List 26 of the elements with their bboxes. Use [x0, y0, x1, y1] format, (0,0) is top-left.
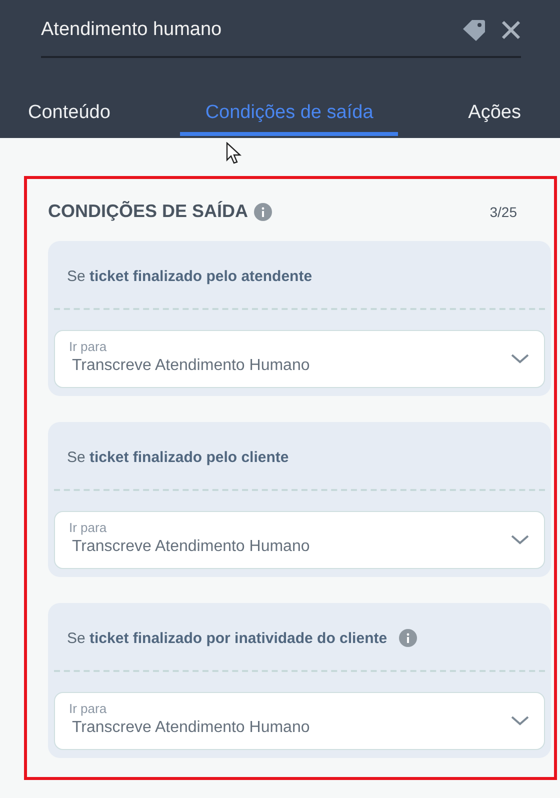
- field-label: Ir para: [69, 520, 108, 535]
- info-icon[interactable]: [399, 629, 418, 647]
- chevron-down-icon[interactable]: [511, 354, 529, 364]
- condition-text: Se ticket finalizado pelo cliente: [67, 448, 289, 466]
- field-value: Transcreve Atendimento Humano: [71, 357, 311, 375]
- condition-text: Se ticket finalizado pelo atendente: [67, 268, 312, 284]
- condition-text: Se ticket finalizado por inatividade do cliente: [67, 630, 388, 646]
- cursor-icon: [226, 142, 242, 164]
- chevron-down-icon[interactable]: [511, 535, 529, 545]
- panel-title[interactable]: Atendimento humano: [41, 19, 462, 41]
- field-value: Transcreve Atendimento Humano: [71, 538, 311, 556]
- field-value: Transcreve Atendimento Humano: [71, 719, 311, 737]
- tab[interactable]: Ações: [443, 78, 521, 136]
- destination-dropdown[interactable]: Ir para Transcreve Atendimento Humano: [54, 330, 545, 388]
- field-label: Ir para: [69, 339, 108, 354]
- destination-dropdown[interactable]: Ir para Transcreve Atendimento Humano: [54, 511, 545, 569]
- tab[interactable]: Condições de saída: [180, 78, 398, 136]
- tag-icon[interactable]: [462, 20, 485, 40]
- field-label: Ir para: [69, 701, 108, 716]
- condition-count: 3/25: [490, 204, 517, 220]
- close-icon[interactable]: [501, 20, 521, 40]
- destination-dropdown[interactable]: Ir para Transcreve Atendimento Humano: [54, 692, 545, 750]
- tab[interactable]: Conteúdo: [28, 78, 136, 136]
- section-title: CONDIÇÕES DE SAÍDA: [48, 201, 248, 222]
- info-icon[interactable]: [254, 202, 272, 220]
- chevron-down-icon[interactable]: [511, 716, 529, 726]
